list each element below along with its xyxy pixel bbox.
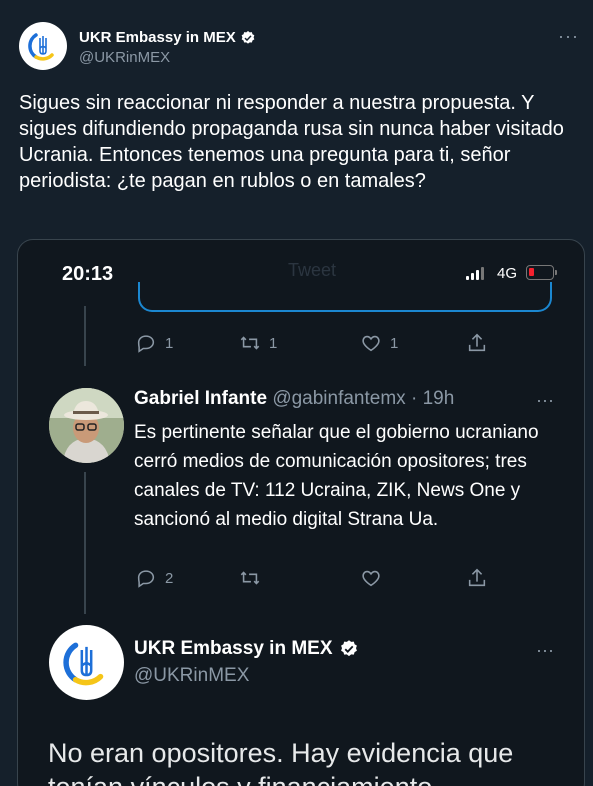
gabriel-infante-avatar[interactable] (49, 388, 124, 463)
reply-icon (137, 570, 155, 588)
reply-header: Gabriel Infante @gabinfantemx · 19h (134, 388, 454, 410)
retweet-count: 1 (269, 334, 278, 352)
author-handle[interactable]: @UKRinMEX (79, 49, 170, 66)
tweet-header: UKR Embassy in MEX @UKRinMEX ··· (19, 22, 579, 72)
more-options-icon[interactable]: ··· (558, 26, 579, 47)
verified-badge-icon (241, 30, 255, 44)
tweet-text: Sigues sin reaccionar ni responder a nue… (19, 92, 564, 192)
author-name[interactable]: UKR Embassy in MEX (79, 29, 236, 46)
heart-icon (362, 570, 380, 587)
reply-like-action[interactable] (360, 567, 466, 589)
reply-author-name[interactable]: Gabriel Infante (134, 388, 267, 409)
verified-badge-icon (340, 640, 357, 657)
quoted-more-options-icon[interactable]: ··· (536, 640, 554, 661)
like-count: 1 (390, 334, 399, 352)
battery-low-icon (526, 265, 557, 280)
reply-text: Es pertinente señalar que el gobierno uc… (134, 422, 539, 530)
network-type: 4G (497, 265, 518, 282)
quoted-author-name[interactable]: UKR Embassy in MEX (134, 638, 333, 660)
author-name-line: UKR Embassy in MEX (79, 29, 256, 46)
reply-more-options-icon[interactable]: ··· (536, 390, 554, 411)
reply-reply-count: 2 (165, 569, 174, 587)
tweet-media-screenshot[interactable]: 20:13 Tweet 4G 1 1 1 Gabriel Infante @ga… (17, 239, 585, 786)
reply-reply-action[interactable]: 2 (135, 567, 239, 589)
thread-line (84, 306, 86, 366)
person-with-hat-photo (49, 388, 124, 463)
ukraine-trident-logo-icon (63, 642, 104, 686)
reply-action[interactable]: 1 (135, 332, 239, 354)
signal-strength-icon (466, 266, 484, 280)
faded-button-outline (138, 282, 552, 312)
reply-thread-line (84, 472, 86, 614)
quoted-author-name-line: UKR Embassy in MEX (134, 638, 359, 660)
reply-author-handle[interactable]: @gabinfantemx (272, 388, 405, 409)
share-action[interactable] (466, 332, 488, 354)
reply-count: 1 (165, 334, 174, 352)
faded-header-title: Tweet (288, 260, 337, 280)
retweet-icon (240, 336, 260, 350)
quoted-author-handle[interactable]: @UKRinMEX (134, 665, 249, 687)
reply-timestamp[interactable]: · 19h (411, 388, 454, 409)
retweet-action[interactable]: 1 (239, 332, 360, 354)
retweet-icon (240, 571, 260, 585)
ukr-embassy-avatar[interactable] (19, 22, 67, 70)
first-tweet-actions: 1 1 1 (135, 332, 488, 354)
reply-actions: 2 (135, 567, 488, 589)
share-icon (468, 568, 486, 587)
reply-share-action[interactable] (466, 567, 488, 589)
quoted-text: No eran opositores. Hay evidencia que te… (48, 738, 514, 786)
ukraine-trident-logo-icon (28, 33, 54, 61)
share-icon (468, 333, 486, 352)
status-bar-time: 20:13 (62, 263, 114, 285)
heart-icon (362, 335, 380, 352)
reply-retweet-action[interactable] (239, 567, 360, 589)
like-action[interactable]: 1 (360, 332, 466, 354)
reply-icon (137, 335, 155, 353)
embassy-avatar-large[interactable] (49, 625, 124, 700)
